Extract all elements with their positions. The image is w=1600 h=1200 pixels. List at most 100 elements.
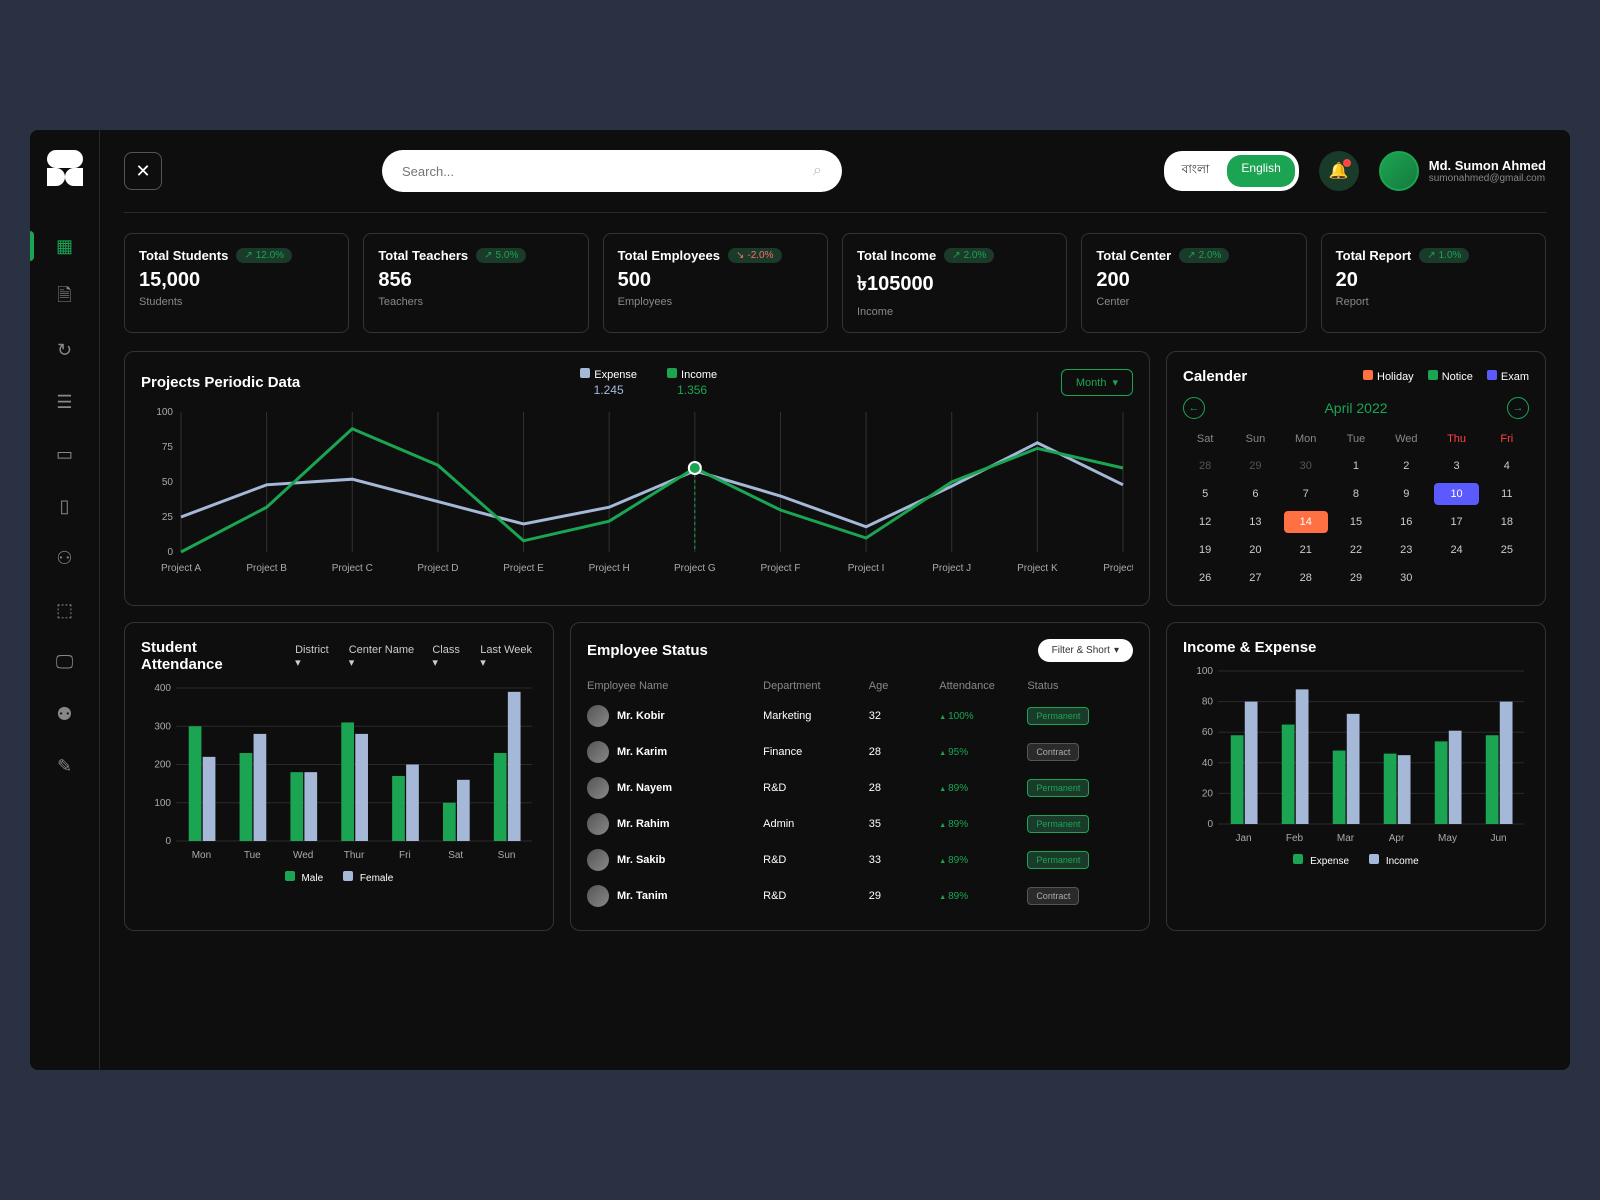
- attendance-legend: Male Female: [141, 871, 537, 884]
- cal-day[interactable]: 22: [1334, 539, 1378, 561]
- cal-day[interactable]: 13: [1233, 511, 1277, 533]
- svg-text:Tue: Tue: [244, 850, 261, 861]
- nav-user[interactable]: ⚇: [45, 538, 85, 578]
- emp-dept: Finance: [763, 746, 869, 758]
- legend-item: Expense: [1293, 854, 1349, 867]
- svg-text:100: 100: [154, 798, 171, 809]
- cal-day-header: Fri: [1485, 429, 1529, 449]
- card-icon: ▭: [56, 444, 73, 465]
- trend-icon: ↗: [244, 250, 252, 261]
- attendance-filter[interactable]: Center Name ▾: [349, 644, 419, 669]
- cal-day[interactable]: 27: [1233, 567, 1277, 589]
- cal-day[interactable]: 28: [1183, 455, 1227, 477]
- svg-text:Sun: Sun: [498, 850, 516, 861]
- cal-day[interactable]: 26: [1183, 567, 1227, 589]
- filter-button[interactable]: Filter & Short▾: [1038, 639, 1133, 662]
- nav-document[interactable]: 🗎: [45, 278, 85, 318]
- stat-card: Total Report ↗1.0% 20 Report: [1321, 233, 1546, 333]
- stat-value: 20: [1336, 269, 1531, 292]
- cal-day[interactable]: 15: [1334, 511, 1378, 533]
- nav-monitor[interactable]: 🖵: [45, 642, 85, 682]
- table-row: Mr. Sakib R&D 33 89% Permanent: [587, 842, 1133, 878]
- cal-day[interactable]: 6: [1233, 483, 1277, 505]
- emp-name: Mr. Nayem: [587, 777, 763, 799]
- cal-day[interactable]: 17: [1434, 511, 1478, 533]
- app-shell: ▦ 🗎 ↻ ☰ ▭ ▯ ⚇ ⬚ 🖵 ⚉ ✎ ✕ ⌕ বাংলা English …: [30, 130, 1570, 1070]
- svg-text:Thur: Thur: [344, 850, 365, 861]
- cal-day[interactable]: 7: [1284, 483, 1328, 505]
- user-menu[interactable]: Md. Sumon Ahmed sumonahmed@gmail.com: [1379, 151, 1546, 191]
- nav-dashboard[interactable]: ▦: [45, 226, 85, 266]
- cal-day[interactable]: 2: [1384, 455, 1428, 477]
- search-input[interactable]: [402, 164, 813, 179]
- search-field[interactable]: ⌕: [382, 150, 842, 192]
- cal-day[interactable]: 14: [1284, 511, 1328, 533]
- cal-day[interactable]: 16: [1384, 511, 1428, 533]
- nav-users[interactable]: ⚉: [45, 694, 85, 734]
- trend-icon: ↗: [1427, 250, 1435, 261]
- cal-day-header: Thu: [1434, 429, 1478, 449]
- cal-day[interactable]: 21: [1284, 539, 1328, 561]
- cal-prev-button[interactable]: ←: [1183, 397, 1205, 419]
- lang-bn-button[interactable]: বাংলা: [1168, 155, 1224, 187]
- attendance-filter[interactable]: District ▾: [295, 644, 335, 669]
- nav-team[interactable]: ▯: [45, 486, 85, 526]
- attendance-filter[interactable]: Class ▾: [432, 644, 466, 669]
- cal-day[interactable]: 23: [1384, 539, 1428, 561]
- nav-refresh[interactable]: ↻: [45, 330, 85, 370]
- chevron-down-icon: ▾: [480, 657, 486, 669]
- stat-delta-badge: ↗5.0%: [476, 248, 526, 263]
- avatar: [587, 885, 609, 907]
- avatar: [587, 849, 609, 871]
- emp-name: Mr. Karim: [587, 741, 763, 763]
- chevron-down-icon: ▾: [295, 657, 301, 669]
- notifications-button[interactable]: 🔔: [1319, 151, 1359, 191]
- cal-month: April 2022: [1324, 400, 1387, 416]
- nav-list[interactable]: ☰: [45, 382, 85, 422]
- avatar: [587, 777, 609, 799]
- cal-day[interactable]: 30: [1384, 567, 1428, 589]
- cal-day[interactable]: 3: [1434, 455, 1478, 477]
- cal-day[interactable]: 4: [1485, 455, 1529, 477]
- cal-day[interactable]: 9: [1384, 483, 1428, 505]
- cal-day[interactable]: 19: [1183, 539, 1227, 561]
- cal-day[interactable]: 29: [1233, 455, 1277, 477]
- cal-day-header: Sun: [1233, 429, 1277, 449]
- trend-icon: ↘: [736, 250, 744, 261]
- cal-day[interactable]: 30: [1284, 455, 1328, 477]
- cal-day[interactable]: 28: [1284, 567, 1328, 589]
- cal-day[interactable]: 24: [1434, 539, 1478, 561]
- cal-day[interactable]: 18: [1485, 511, 1529, 533]
- stat-title: Total Center: [1096, 248, 1171, 263]
- cal-day[interactable]: 8: [1334, 483, 1378, 505]
- trend-icon: ↗: [484, 250, 492, 261]
- svg-text:May: May: [1438, 833, 1457, 844]
- table-row: Mr. Tanim R&D 29 89% Contract: [587, 878, 1133, 914]
- lang-en-button[interactable]: English: [1227, 155, 1294, 187]
- nav-edit[interactable]: ✎: [45, 746, 85, 786]
- cal-day[interactable]: 11: [1485, 483, 1529, 505]
- calendar-legend: HolidayNoticeExam: [1363, 370, 1529, 383]
- cal-day[interactable]: 1: [1334, 455, 1378, 477]
- attendance-filter[interactable]: Last Week ▾: [480, 644, 537, 669]
- language-toggle: বাংলা English: [1164, 151, 1299, 191]
- cal-day[interactable]: 25: [1485, 539, 1529, 561]
- cal-day[interactable]: 5: [1183, 483, 1227, 505]
- svg-text:Project L: Project L: [1103, 563, 1133, 574]
- close-button[interactable]: ✕: [124, 152, 162, 190]
- nav-card[interactable]: ▭: [45, 434, 85, 474]
- emp-attendance: 89%: [939, 855, 1027, 866]
- nav-chart[interactable]: ⬚: [45, 590, 85, 630]
- emp-dept: Marketing: [763, 710, 869, 722]
- status-badge: Contract: [1027, 743, 1079, 761]
- cal-day[interactable]: 12: [1183, 511, 1227, 533]
- cal-day[interactable]: 20: [1233, 539, 1277, 561]
- svg-text:Sat: Sat: [448, 850, 463, 861]
- cal-day[interactable]: 29: [1334, 567, 1378, 589]
- period-dropdown[interactable]: Month▾: [1061, 369, 1133, 396]
- col-header: Employee Name: [587, 680, 763, 692]
- cal-next-button[interactable]: →: [1507, 397, 1529, 419]
- col-header: Status: [1027, 680, 1133, 692]
- cal-day[interactable]: 10: [1434, 483, 1478, 505]
- calendar-panel: Calender HolidayNoticeExam ← April 2022 …: [1166, 351, 1546, 606]
